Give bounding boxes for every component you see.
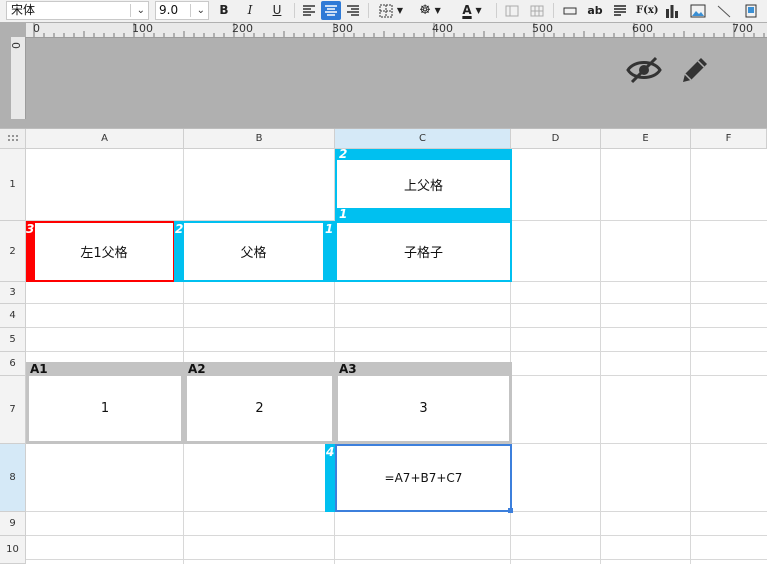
- edit-pencil-icon[interactable]: [679, 54, 711, 86]
- left-parent-tag: 3: [26, 222, 35, 236]
- underline-button[interactable]: U: [267, 1, 287, 20]
- ruler-label: 600: [632, 22, 653, 35]
- font-family-select[interactable]: 宋体 ⌄: [6, 1, 149, 20]
- font-size-value: 9.0: [159, 3, 179, 17]
- row-header-6[interactable]: 6: [0, 352, 26, 376]
- paint-bucket-icon: ☸: [419, 3, 431, 18]
- diagonal-line-icon: [717, 5, 731, 18]
- chevron-down-icon: ⌄: [196, 5, 205, 16]
- top-parent-bar: [335, 149, 512, 160]
- row-header-1[interactable]: 1: [0, 149, 26, 221]
- row-header-8[interactable]: 8: [0, 444, 26, 512]
- ruler-label: 100: [132, 22, 153, 35]
- font-family-value: 宋体: [11, 3, 36, 17]
- left-parent-bar: [335, 208, 512, 221]
- toolbar: 宋体 ⌄ 9.0 ⌄ B I U ▼ ☸ ▼ A ▼ ab F(x): [0, 0, 767, 23]
- select-all-corner[interactable]: [0, 129, 26, 149]
- bar-chart-icon: [666, 5, 678, 18]
- ruler-label: 400: [432, 22, 453, 35]
- row-header-9[interactable]: 9: [0, 512, 26, 536]
- paragraph-icon: [614, 5, 626, 16]
- left-parent-tag: 1: [325, 222, 334, 236]
- ruler-label: 300: [332, 22, 353, 35]
- form-button[interactable]: [741, 1, 761, 20]
- hide-icon[interactable]: [626, 55, 662, 85]
- group-header-a1: A1: [26, 362, 184, 377]
- row-header-2[interactable]: 2: [0, 221, 26, 282]
- caret-down-icon: ▼: [475, 6, 482, 15]
- border-button[interactable]: ▼: [376, 1, 406, 20]
- left-parent-tag: 2: [175, 222, 184, 236]
- row-header-10[interactable]: 10: [0, 536, 26, 564]
- split-cells-button[interactable]: [527, 1, 547, 20]
- left-parent-tag: 4: [326, 445, 335, 459]
- font-size-select[interactable]: 9.0 ⌄: [155, 1, 209, 20]
- formula-button[interactable]: F(x): [636, 1, 659, 20]
- vertical-ruler: 0: [9, 37, 26, 119]
- paragraph-button[interactable]: [610, 1, 630, 20]
- slash-button[interactable]: [714, 1, 734, 20]
- text-field-icon: [563, 7, 577, 15]
- cell-a7[interactable]: 1: [26, 376, 184, 444]
- chart-button[interactable]: [662, 1, 682, 20]
- column-header-f[interactable]: F: [691, 129, 767, 149]
- chevron-down-icon: ⌄: [136, 5, 145, 16]
- bold-button[interactable]: B: [214, 1, 234, 20]
- column-header-e[interactable]: E: [601, 129, 691, 149]
- group-header-a2: A2: [184, 362, 335, 377]
- align-center-button[interactable]: [321, 1, 341, 20]
- ruler-label: 200: [232, 22, 253, 35]
- ruler-label: 0: [9, 42, 22, 49]
- align-right-button[interactable]: [343, 1, 363, 20]
- left-parent-tag: 1: [339, 207, 348, 221]
- cell-c2[interactable]: 子格子: [335, 221, 512, 282]
- row-header-3[interactable]: 3: [0, 282, 26, 304]
- align-left-button[interactable]: [299, 1, 319, 20]
- font-color-button[interactable]: A ▼: [455, 1, 489, 20]
- image-button[interactable]: [688, 1, 708, 20]
- cell-a2[interactable]: 左1父格: [26, 221, 175, 282]
- row-header-4[interactable]: 4: [0, 304, 26, 328]
- merge-cells-button[interactable]: [502, 1, 522, 20]
- image-icon: [690, 4, 706, 18]
- fill-color-button[interactable]: ☸ ▼: [414, 1, 446, 20]
- form-icon: [745, 4, 757, 18]
- caret-down-icon: ▼: [396, 6, 403, 15]
- horizontal-ruler: 0 100 200 300 400 500 600 700: [26, 23, 767, 38]
- cell-b7[interactable]: 2: [184, 376, 335, 444]
- font-color-icon: A: [462, 3, 472, 17]
- column-header-b[interactable]: B: [184, 129, 335, 149]
- ruler-label: 0: [33, 22, 40, 35]
- ruler-label: 700: [732, 22, 753, 35]
- merge-cells-icon: [505, 5, 519, 17]
- group-header-a3: A3: [335, 362, 512, 377]
- cell-c1[interactable]: 上父格: [335, 160, 512, 208]
- text-wrap-button[interactable]: ab: [585, 1, 605, 20]
- ruler-label: 500: [532, 22, 553, 35]
- caret-down-icon: ▼: [434, 6, 441, 15]
- cell-c8[interactable]: =A7+B7+C7: [335, 444, 512, 512]
- grid-dots-icon: [8, 135, 18, 141]
- align-center-icon: [325, 5, 337, 16]
- row-header-7[interactable]: 7: [0, 376, 26, 444]
- italic-button[interactable]: I: [240, 1, 260, 20]
- cell-b2[interactable]: 父格: [184, 221, 325, 282]
- align-right-icon: [347, 5, 359, 16]
- column-header-d[interactable]: D: [511, 129, 601, 149]
- split-cells-icon: [530, 5, 544, 17]
- border-icon: [379, 4, 393, 18]
- cell-c7[interactable]: 3: [335, 376, 512, 444]
- fill-handle[interactable]: [508, 508, 513, 513]
- row-header-5[interactable]: 5: [0, 328, 26, 352]
- column-header-a[interactable]: A: [26, 129, 184, 149]
- text-field-button[interactable]: [560, 1, 580, 20]
- align-left-icon: [303, 5, 315, 16]
- column-header-c[interactable]: C: [335, 129, 511, 149]
